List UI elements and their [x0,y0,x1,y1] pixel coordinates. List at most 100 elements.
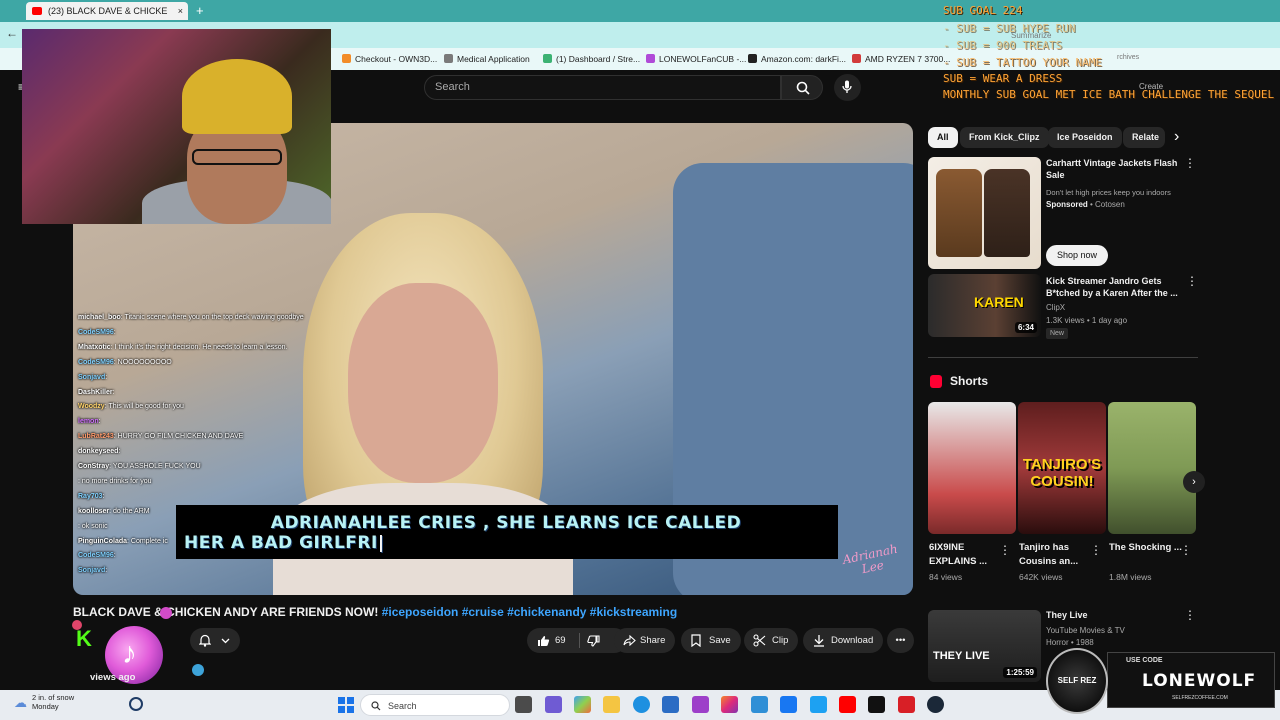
weather-widget[interactable]: ☁ 2 in. of snow Monday [10,693,110,717]
thumbnail-text: TANJIRO'S COUSIN! [1022,456,1102,490]
short-thumbnail[interactable] [928,402,1016,534]
bell-icon [199,634,211,647]
chat-message: Sonjavd: [78,565,107,577]
chat-username: CodeSM96 [78,552,114,560]
taskbar-search[interactable]: Search [360,694,510,716]
netflix-icon[interactable] [868,696,885,713]
tab-close-icon[interactable]: × [178,2,183,20]
bookmark-favicon-icon [342,54,351,63]
video-duration: 1:25:59 [1003,667,1037,678]
search-button[interactable] [781,75,823,100]
kick-logo-icon: K [76,626,92,651]
store-icon[interactable] [662,696,679,713]
shorts-next-icon[interactable]: › [1183,471,1205,493]
start-button[interactable] [338,697,354,713]
related-video-menu-icon[interactable]: ⋮ [1186,274,1198,288]
related-video-thumbnail[interactable]: THEY LIVE 1:25:59 [928,610,1041,682]
lonewolf-banner: USE CODE LONEWOLF SELFREZCOFFEE.COM [1107,652,1275,708]
task-view-icon[interactable] [515,696,532,713]
facebook-icon[interactable] [780,696,797,713]
new-tab-button[interactable]: + [196,2,210,20]
create-button[interactable]: Create [1139,82,1163,91]
sub-goal-line: SUB GOAL 224 [943,4,1023,17]
chat-username: CodeSM96 [78,358,114,366]
chat-message: DashKiller: [78,387,115,399]
copilot-icon[interactable] [574,696,591,713]
bookmark-item[interactable]: Medical Application [444,52,530,66]
steam-icon[interactable] [927,696,944,713]
chips-next-icon[interactable]: › [1174,128,1188,146]
related-video-title[interactable]: Kick Streamer Jandro Gets B*tched by a K… [1046,275,1178,299]
app-icon[interactable] [692,696,709,713]
chat-text: : I think it's the right decision. He ne… [110,343,288,351]
new-badge: New [1046,328,1068,339]
short-menu-icon[interactable]: ⋮ [1090,543,1102,557]
short-thumbnail[interactable]: TANJIRO'S COUSIN! [1018,402,1106,534]
short-title[interactable]: The Shocking ... [1109,541,1183,555]
jacket-image [984,169,1030,257]
webcam-beanie [182,59,292,134]
chip-from-kick-clipz[interactable]: From Kick_Clipz [960,127,1049,148]
webcam-overlay [22,29,331,224]
bookmark-favicon-icon [852,54,861,63]
ad-thumbnail[interactable] [928,157,1041,269]
short-menu-icon[interactable]: ⋮ [999,543,1011,557]
video-hashtags[interactable]: #iceposeidon #cruise #chickenandy #kicks… [382,605,677,619]
download-button[interactable]: Download [803,628,884,653]
clip-button[interactable]: Clip [744,628,799,653]
more-actions-button[interactable]: ••• [887,628,914,653]
short-title[interactable]: 6IX9INE EXPLAINS ... [929,541,1003,569]
short-title[interactable]: Tanjiro has Cousins an... [1019,541,1093,569]
bookmark-item[interactable]: Amazon.com: darkFi... [748,52,846,66]
bookmark-favicon-icon [444,54,453,63]
chat-username: CodeSM96 [78,328,114,336]
bookmark-item[interactable]: AMD RYZEN 7 3700... [852,52,950,66]
ad-menu-icon[interactable]: ⋮ [1184,156,1196,170]
share-button[interactable]: Share [614,628,676,653]
bookmark-item[interactable]: (1) Dashboard / Stre... [543,52,640,66]
weather-day: Monday [32,702,59,711]
chat-message: LubRat243: HURRY GO FILM CHICKEN AND DAV… [78,431,243,443]
ad-description: Don't let high prices keep you indoors [1046,188,1171,197]
sub-goal-line: - SUB = TATTOO YOUR NAME [943,56,1102,69]
related-video-menu-icon[interactable]: ⋮ [1184,608,1196,622]
edge-icon[interactable] [633,696,650,713]
search-input[interactable]: Search [424,75,781,100]
chip-all[interactable]: All [928,127,958,148]
back-arrow-icon[interactable]: ← [6,26,20,44]
file-explorer-icon[interactable] [603,696,620,713]
short-thumbnail[interactable] [1108,402,1196,534]
chat-text: : [113,552,116,560]
bookmark-summarize[interactable]: Summarize [1011,31,1051,40]
related-video-channel[interactable]: ClipX [1046,302,1176,313]
instagram-icon[interactable] [721,696,738,713]
short-menu-icon[interactable]: ⋮ [1180,543,1192,557]
like-dislike-button[interactable]: 69 [527,628,627,653]
app-icon[interactable] [751,696,768,713]
related-video-thumbnail[interactable]: KAREN 6:34 [928,274,1041,337]
related-video-title[interactable]: They Live [1046,609,1176,621]
chat-message: Ray703: [78,491,104,503]
save-button[interactable]: Save [681,628,741,653]
related-video-channel[interactable]: YouTube Movies & TV [1046,625,1176,636]
bookmark-item[interactable]: LONEWOLFanCUB -... [646,52,746,66]
voice-search-button[interactable] [834,74,861,101]
chip-related[interactable]: Relate [1123,127,1165,148]
youtube-favicon-icon [32,7,42,15]
bookmark-archives[interactable]: rchives [1117,54,1139,61]
bookmark-item[interactable]: Checkout - OWN3D... [342,52,437,66]
cortana-icon[interactable] [129,697,143,711]
chat-text: : Complete ic [127,537,168,545]
twitter-icon[interactable] [810,696,827,713]
chat-text: : [113,328,116,336]
teams-icon[interactable] [545,696,562,713]
chat-username: koolloser [78,507,110,515]
chat-username: Sonjavd [78,567,106,575]
notification-bell-button[interactable] [190,628,240,653]
youtube-icon[interactable] [839,696,856,713]
shop-now-button[interactable]: Shop now [1046,245,1108,266]
app-icon[interactable] [898,696,915,713]
chip-ice-poseidon[interactable]: Ice Poseidon [1048,127,1122,148]
tab-active[interactable]: (23) BLACK DAVE & CHICKE × [26,2,188,20]
ad-title[interactable]: Carhartt Vintage Jackets Flash Sale [1046,157,1178,181]
